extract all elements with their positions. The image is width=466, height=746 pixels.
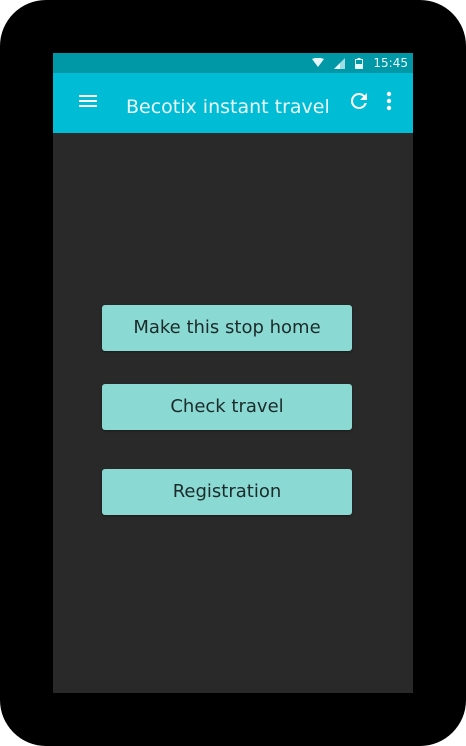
status-time: 15:45 [373,56,408,70]
more-vert-icon[interactable] [384,90,394,112]
status-icons: 15:45 [312,53,408,73]
refresh-icon[interactable] [347,89,371,113]
app-title: Becotix instant travel [126,96,330,118]
device-frame: 15:45 Becotix instant travel Make this s… [0,0,466,746]
menu-icon[interactable] [77,93,99,111]
status-bar: 15:45 [53,53,413,73]
check-travel-button[interactable]: Check travel [102,384,352,430]
make-stop-home-button[interactable]: Make this stop home [102,305,352,351]
wifi-icon [312,57,325,68]
cell-signal-icon [334,57,346,69]
app-screen: 15:45 Becotix instant travel Make this s… [53,53,413,693]
app-bar: Becotix instant travel [53,73,413,133]
registration-button[interactable]: Registration [102,469,352,515]
battery-icon [355,57,364,69]
